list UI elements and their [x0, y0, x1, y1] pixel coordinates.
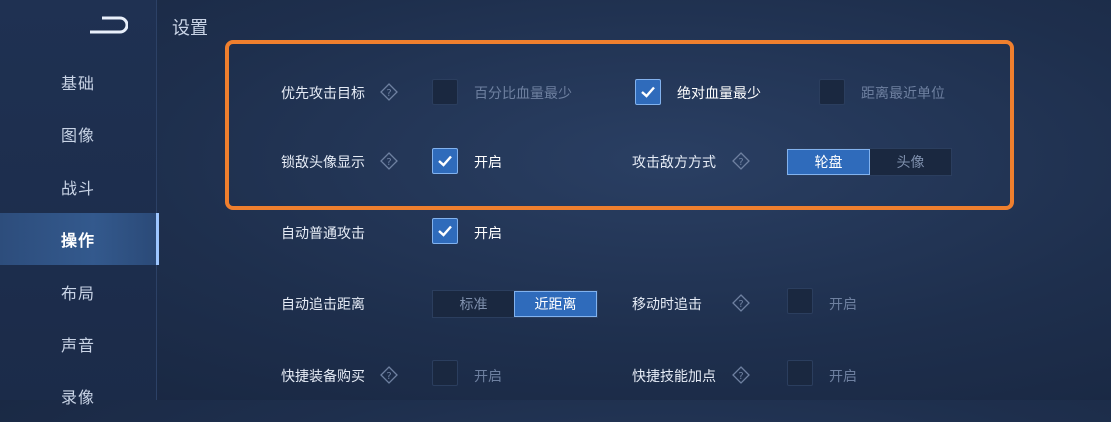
quick-buy-checkbox[interactable] — [432, 360, 458, 386]
percent-hp-label: 百分比血量最少 — [474, 86, 572, 102]
sidebar-item-sound[interactable]: 声音 — [0, 318, 156, 370]
lock-avatar-checkbox[interactable] — [432, 148, 458, 174]
chase-distance-standard[interactable]: 标准 — [433, 291, 514, 317]
svg-text:?: ? — [386, 157, 391, 168]
checkmark-icon — [438, 225, 452, 237]
move-chase-label: 移动时追击 — [632, 297, 702, 313]
svg-text:?: ? — [738, 371, 743, 382]
sidebar-item-combat[interactable]: 战斗 — [0, 161, 156, 213]
quick-skill-checkbox[interactable] — [787, 360, 813, 386]
highlight-box — [225, 40, 1014, 210]
checkmark-icon — [438, 155, 452, 167]
auto-attack-label: 自动普通攻击 — [281, 226, 365, 242]
attack-mode-label: 攻击敌方方式 — [632, 155, 716, 171]
back-arrow-icon — [90, 16, 128, 36]
checkmark-icon — [641, 86, 655, 98]
move-chase-option: 开启 — [829, 297, 857, 313]
help-icon[interactable]: ? — [732, 366, 750, 384]
svg-text:?: ? — [386, 88, 391, 99]
sidebar-item-replay[interactable]: 录像 — [0, 370, 156, 422]
auto-attack-checkbox[interactable] — [432, 218, 458, 244]
svg-text:?: ? — [738, 299, 743, 310]
absolute-hp-checkbox[interactable] — [635, 79, 661, 105]
back-button[interactable] — [82, 12, 128, 38]
nearest-unit-label: 距离最近单位 — [861, 86, 945, 102]
help-icon[interactable]: ? — [380, 366, 398, 384]
lock-avatar-option: 开启 — [474, 155, 502, 171]
chase-distance-label: 自动追击距离 — [281, 297, 365, 313]
move-chase-checkbox[interactable] — [787, 288, 813, 314]
help-icon[interactable]: ? — [380, 83, 398, 101]
sidebar-item-basic[interactable]: 基础 — [0, 56, 156, 108]
quick-skill-option: 开启 — [829, 369, 857, 385]
help-icon[interactable]: ? — [732, 294, 750, 312]
quick-skill-label: 快捷技能加点 — [632, 369, 716, 385]
chase-distance-near[interactable]: 近距离 — [514, 291, 597, 317]
sidebar-item-graphics[interactable]: 图像 — [0, 108, 156, 160]
help-icon[interactable]: ? — [732, 152, 750, 170]
priority-target-label: 优先攻击目标 — [281, 86, 365, 102]
sidebar: 基础 图像 战斗 操作 布局 声音 录像 — [0, 0, 159, 407]
attack-mode-avatar[interactable]: 头像 — [870, 149, 951, 175]
help-icon[interactable]: ? — [380, 152, 398, 170]
quick-buy-option: 开启 — [474, 369, 502, 385]
page-title: 设置 — [172, 18, 208, 39]
sidebar-item-controls[interactable]: 操作 — [0, 213, 159, 265]
nearest-unit-checkbox[interactable] — [819, 79, 845, 105]
lock-avatar-label: 锁敌头像显示 — [281, 155, 365, 171]
sidebar-item-layout[interactable]: 布局 — [0, 266, 156, 318]
svg-text:?: ? — [738, 157, 743, 168]
auto-attack-option: 开启 — [474, 226, 502, 242]
attack-mode-wheel[interactable]: 轮盘 — [787, 149, 870, 175]
quick-buy-label: 快捷装备购买 — [281, 369, 365, 385]
chase-distance-segment: 标准 近距离 — [432, 290, 598, 318]
absolute-hp-label: 绝对血量最少 — [677, 86, 761, 102]
attack-mode-segment: 轮盘 头像 — [786, 148, 952, 176]
percent-hp-checkbox[interactable] — [432, 79, 458, 105]
svg-text:?: ? — [386, 371, 391, 382]
